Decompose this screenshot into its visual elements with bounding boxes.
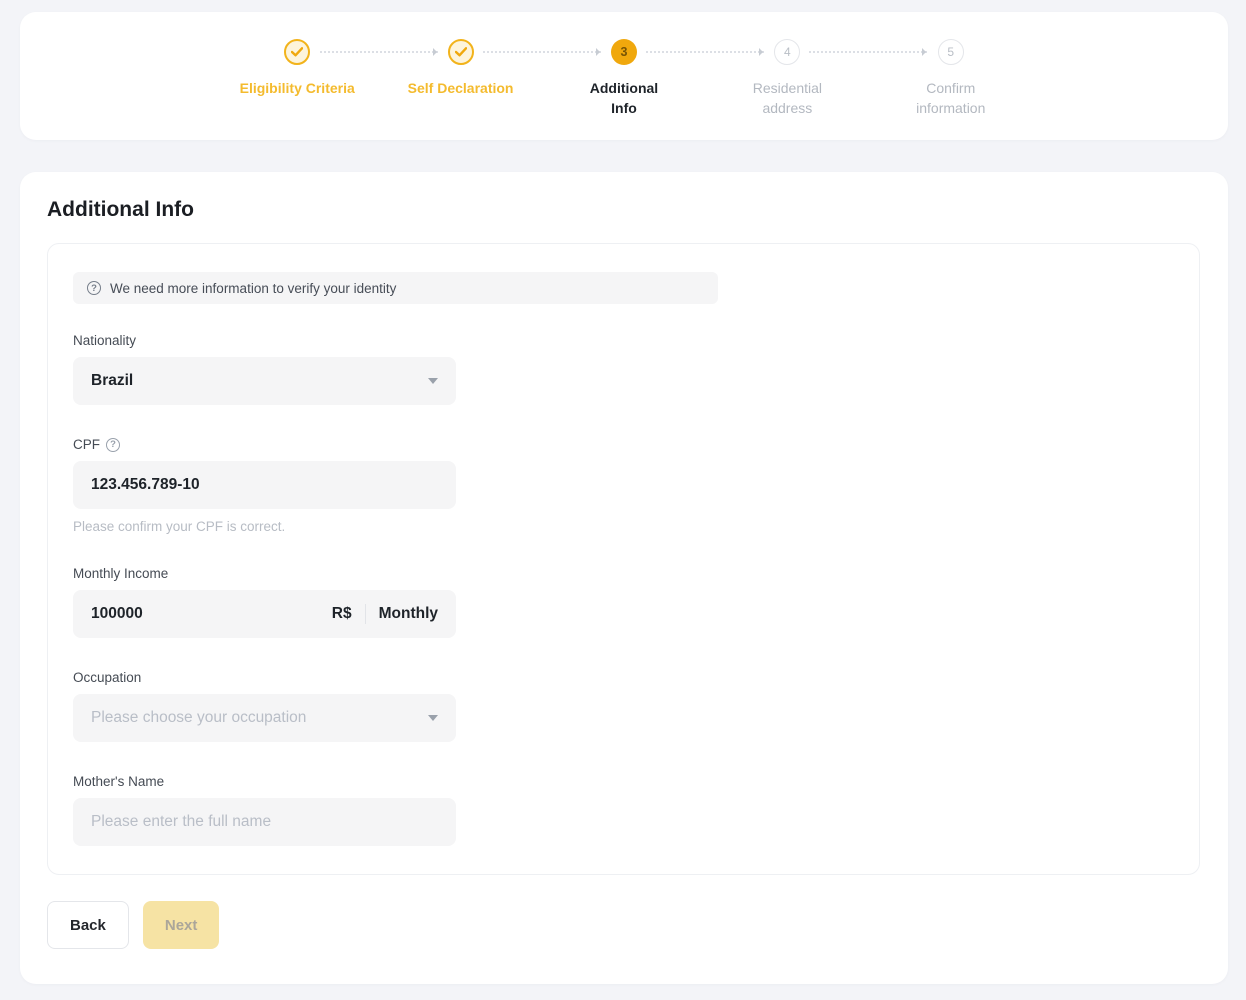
info-banner: ? We need more information to verify you… <box>73 272 718 304</box>
banner-text: We need more information to verify your … <box>110 281 396 296</box>
step-number: 3 <box>620 45 627 59</box>
step-circle-1 <box>284 39 310 65</box>
form-panel: ? We need more information to verify you… <box>47 243 1200 875</box>
step-label: Additional Info <box>590 78 658 118</box>
connector-arrow-icon <box>483 51 601 53</box>
main-card: Additional Info ? We need more informati… <box>20 172 1228 984</box>
occupation-field: Occupation Please choose your occupation <box>73 670 1174 742</box>
occupation-label: Occupation <box>73 670 1174 685</box>
monthly-income-input-wrap: R$ Monthly <box>73 590 456 638</box>
monthly-income-label: Monthly Income <box>73 566 1174 581</box>
mothers-name-input-wrap <box>73 798 456 846</box>
monthly-income-field: Monthly Income R$ Monthly <box>73 566 1174 638</box>
nationality-value: Brazil <box>91 372 133 390</box>
cpf-label: CPF ? <box>73 437 1174 452</box>
cpf-input[interactable] <box>91 461 438 509</box>
cpf-input-wrap <box>73 461 456 509</box>
question-circle-icon: ? <box>87 281 101 295</box>
step-label: Confirm information <box>916 78 985 118</box>
step-label: Self Declaration <box>408 78 514 98</box>
currency-label: R$ <box>332 605 352 623</box>
step-label: Eligibility Criteria <box>240 78 355 98</box>
cpf-helper-text: Please confirm your CPF is correct. <box>73 519 1174 534</box>
connector-arrow-icon <box>809 51 927 53</box>
occupation-select[interactable]: Please choose your occupation <box>73 694 456 742</box>
monthly-income-input[interactable] <box>91 590 291 638</box>
step-circle-4: 4 <box>774 39 800 65</box>
step-circle-2 <box>448 39 474 65</box>
chevron-down-icon <box>428 715 438 721</box>
nationality-label: Nationality <box>73 333 1174 348</box>
income-suffix: R$ Monthly <box>332 604 438 624</box>
step-circle-3: 3 <box>611 39 637 65</box>
check-icon <box>455 47 467 57</box>
chevron-down-icon <box>428 378 438 384</box>
check-icon <box>291 47 303 57</box>
connector-arrow-icon <box>646 51 764 53</box>
stepper-card: Eligibility Criteria Self Declaration 3 … <box>20 12 1228 140</box>
connector-arrow-icon <box>320 51 438 53</box>
cpf-help-icon[interactable]: ? <box>106 438 120 452</box>
nationality-field: Nationality Brazil <box>73 333 1174 405</box>
cpf-field: CPF ? Please confirm your CPF is correct… <box>73 437 1174 534</box>
step-number: 4 <box>784 45 791 59</box>
step-label: Residential address <box>753 78 822 118</box>
actions-row: Back Next <box>47 901 1200 949</box>
mothers-name-field: Mother's Name <box>73 774 1174 846</box>
occupation-placeholder: Please choose your occupation <box>91 709 306 727</box>
mothers-name-label: Mother's Name <box>73 774 1174 789</box>
step-number: 5 <box>947 45 954 59</box>
next-button[interactable]: Next <box>143 901 220 949</box>
back-button[interactable]: Back <box>47 901 129 949</box>
page-title: Additional Info <box>47 198 1200 222</box>
stepper: Eligibility Criteria Self Declaration 3 … <box>216 39 1033 118</box>
step-circle-5: 5 <box>938 39 964 65</box>
divider <box>365 604 366 624</box>
cpf-label-text: CPF <box>73 437 100 452</box>
mothers-name-input[interactable] <box>91 798 438 846</box>
nationality-select[interactable]: Brazil <box>73 357 456 405</box>
frequency-label[interactable]: Monthly <box>379 605 438 623</box>
